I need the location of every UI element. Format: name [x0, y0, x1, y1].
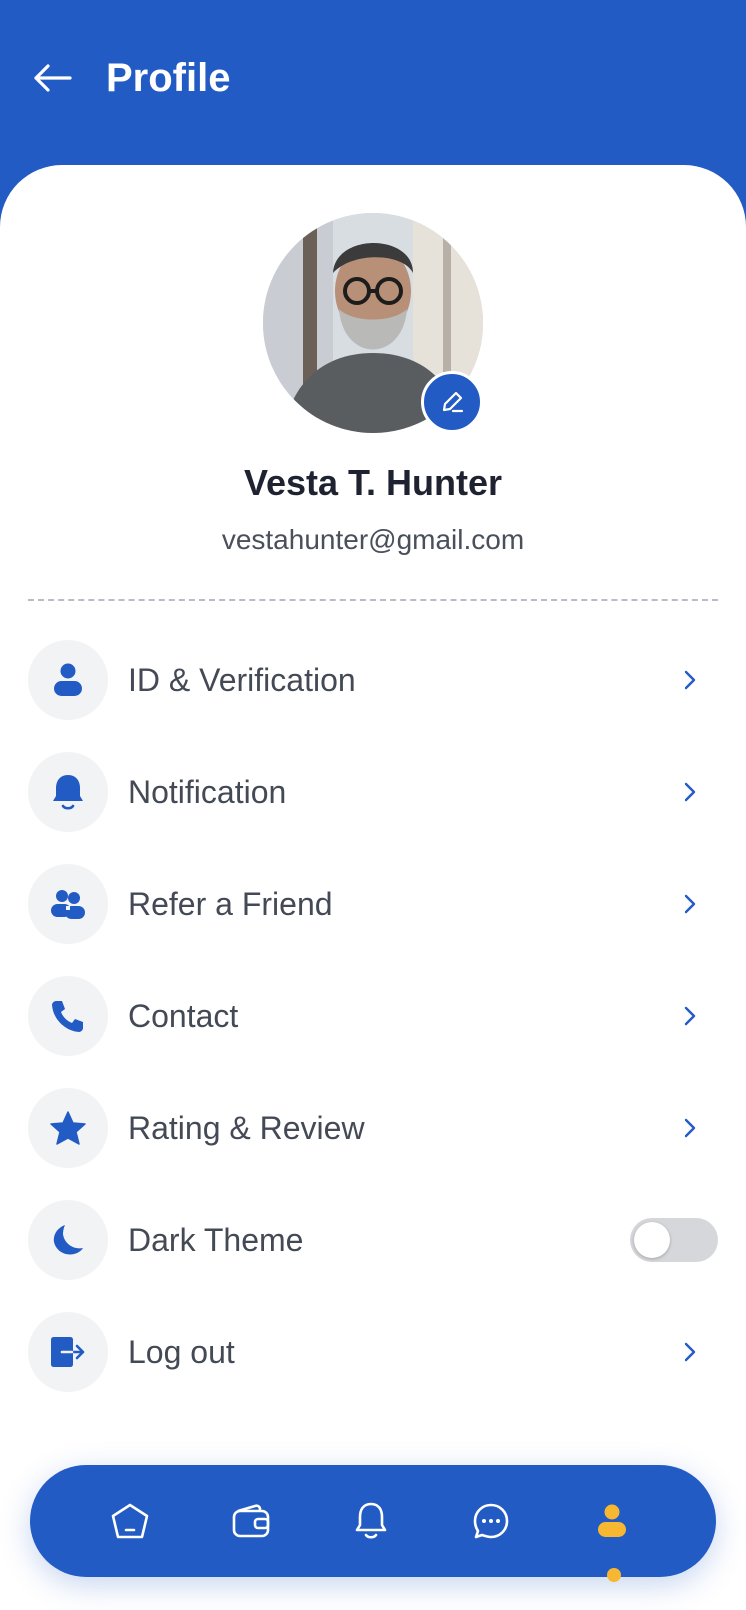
edit-avatar-button[interactable]	[421, 371, 483, 433]
nav-messages[interactable]	[463, 1493, 519, 1549]
profile-name: Vesta T. Hunter	[243, 462, 503, 503]
bell-icon	[355, 1502, 387, 1539]
logout-icon	[28, 1312, 108, 1392]
profile-email: vestahunter@gmail.com	[221, 524, 525, 555]
menu-item-label: Rating & Review	[128, 1109, 365, 1146]
user-icon	[28, 640, 108, 720]
chevron-right-icon	[670, 772, 710, 812]
arrow-left-icon	[34, 64, 72, 92]
app-header: Profile	[0, 0, 746, 170]
menu-item-rating-review[interactable]: Rating & Review	[28, 1088, 718, 1168]
menu-item-logout[interactable]: Log out	[28, 1312, 718, 1392]
menu-item-contact[interactable]: Contact	[28, 976, 718, 1056]
nav-profile[interactable]	[584, 1493, 640, 1549]
chevron-right-icon	[670, 884, 710, 924]
menu-item-dark-theme: Dark Theme	[28, 1200, 718, 1280]
menu-item-refer-friend[interactable]: Refer a Friend	[28, 864, 718, 944]
chevron-right-icon	[670, 996, 710, 1036]
chevron-right-icon	[670, 1108, 710, 1148]
chevron-right-icon	[670, 1332, 710, 1372]
dark-theme-toggle[interactable]	[630, 1218, 718, 1262]
wallet-icon	[232, 1504, 270, 1538]
menu-item-label: Dark Theme	[128, 1221, 304, 1258]
star-icon	[28, 1088, 108, 1168]
users-icon	[28, 864, 108, 944]
active-indicator-dot	[607, 1568, 621, 1582]
menu-item-id-verification[interactable]: ID & Verification	[28, 640, 718, 720]
chevron-right-icon	[670, 660, 710, 700]
menu-item-label: Log out	[128, 1333, 235, 1370]
profile-icon	[598, 1504, 626, 1537]
page-title: Profile	[106, 56, 231, 100]
menu-item-label: Notification	[128, 773, 287, 810]
nav-home[interactable]	[102, 1493, 158, 1549]
menu-item-notification[interactable]: Notification	[28, 752, 718, 832]
pencil-icon	[442, 391, 464, 413]
divider	[28, 599, 718, 601]
menu-item-label: Contact	[128, 997, 239, 1034]
menu-item-label: ID & Verification	[128, 661, 356, 698]
chat-icon	[473, 1503, 509, 1539]
bell-icon	[28, 752, 108, 832]
bottom-nav	[30, 1465, 716, 1577]
toggle-knob	[634, 1222, 670, 1258]
avatar-container	[263, 213, 483, 433]
menu-item-label: Refer a Friend	[128, 885, 333, 922]
nav-notifications[interactable]	[343, 1493, 399, 1549]
phone-icon	[28, 976, 108, 1056]
moon-icon	[28, 1200, 108, 1280]
home-icon	[111, 1503, 149, 1539]
back-button[interactable]	[26, 52, 78, 104]
nav-wallet[interactable]	[223, 1493, 279, 1549]
